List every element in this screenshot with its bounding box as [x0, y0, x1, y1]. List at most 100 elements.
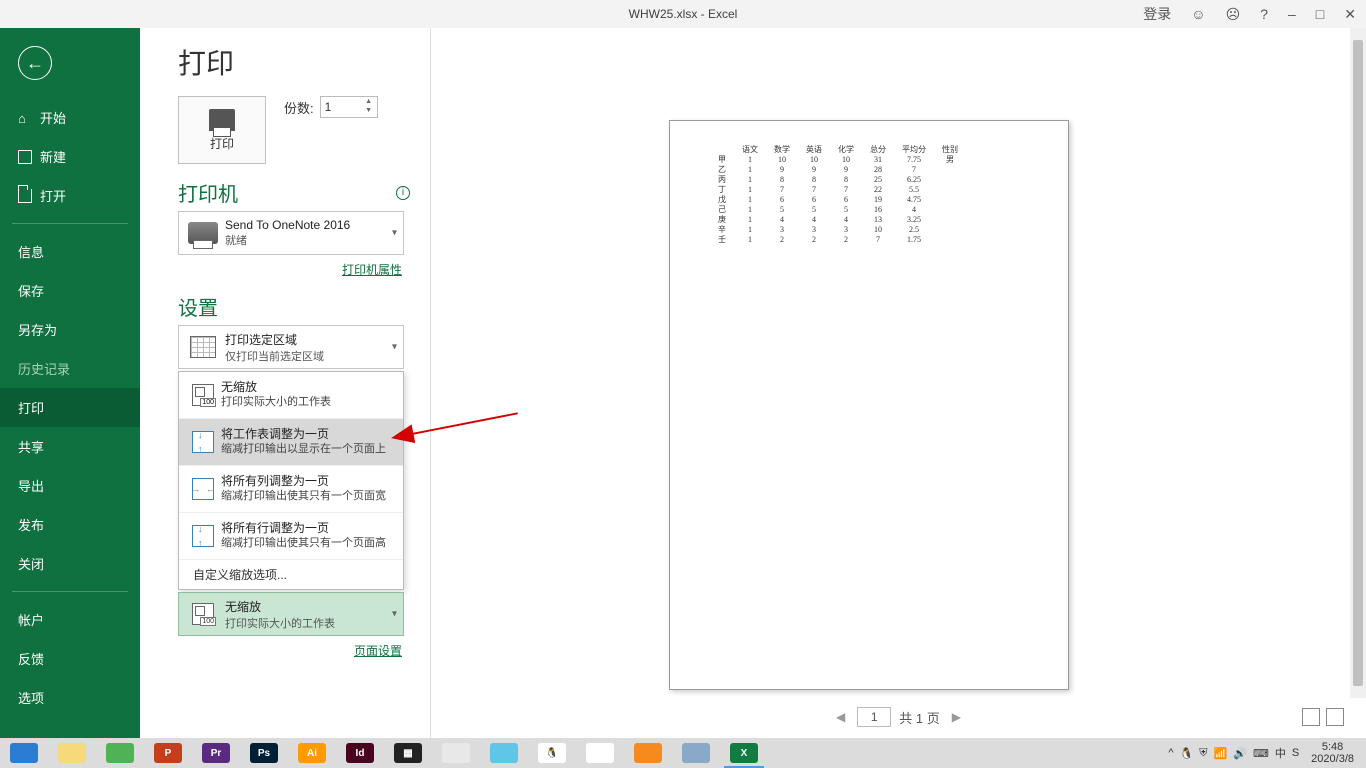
print-preview-area: 语文数学英语化学总分平均分性别甲1101010317.75男乙1999287丙1…: [430, 28, 1366, 738]
chevron-down-icon: ▾: [392, 609, 397, 620]
scale-option-fit-columns[interactable]: →← 将所有列调整为一页缩减打印输出使其只有一个页面宽: [179, 466, 403, 513]
sidebar-item-options[interactable]: 选项: [0, 678, 140, 717]
show-margins-button[interactable]: [1302, 708, 1320, 726]
taskbar-app[interactable]: Id: [336, 738, 384, 768]
scale-option-fit-sheet[interactable]: ↓↑ 将工作表调整为一页缩减打印输出以显示在一个页面上: [179, 419, 403, 466]
login-link[interactable]: 登录: [1133, 4, 1181, 24]
sidebar-divider: [12, 223, 128, 224]
taskbar-app[interactable]: [672, 738, 720, 768]
sidebar-item-account[interactable]: 帐户: [0, 600, 140, 639]
copies-input[interactable]: 1 ▲▼: [320, 96, 378, 118]
prev-page-button[interactable]: ◀: [832, 710, 849, 724]
no-scale-icon: 100: [192, 603, 214, 625]
taskbar-app[interactable]: P: [144, 738, 192, 768]
fit-sheet-icon: ↓↑: [192, 431, 214, 453]
page-number-input[interactable]: 1: [857, 707, 891, 727]
preview-page: 语文数学英语化学总分平均分性别甲1101010317.75男乙1999287丙1…: [669, 120, 1069, 690]
sidebar-item-save[interactable]: 保存: [0, 271, 140, 310]
current-scaling-selector[interactable]: 100 无缩放 打印实际大小的工作表 ▾: [178, 592, 404, 636]
sidebar-item-info[interactable]: 信息: [0, 232, 140, 271]
no-scale-icon: 100: [192, 384, 214, 406]
custom-scale-option[interactable]: 自定义缩放选项...: [179, 560, 403, 589]
sidebar-item-feedback[interactable]: 反馈: [0, 639, 140, 678]
help-button[interactable]: ?: [1250, 6, 1278, 22]
taskbar-app[interactable]: [48, 738, 96, 768]
vertical-scrollbar[interactable]: [1350, 28, 1366, 698]
taskbar: PPrPsAiId▦ 🐧 X ^ 🐧 ⛨ 📶 🔊 ⌨ 中S 5:48 2020/3/8: [0, 738, 1366, 768]
face-happy-icon[interactable]: ☺: [1181, 6, 1215, 22]
taskbar-app[interactable]: Ps: [240, 738, 288, 768]
print-button[interactable]: 打印: [178, 96, 266, 164]
sidebar-item-close[interactable]: 关闭: [0, 544, 140, 583]
sidebar-item-open[interactable]: 打开: [0, 176, 140, 215]
tray-icon[interactable]: 中: [1275, 745, 1286, 761]
fit-columns-icon: →←: [192, 478, 214, 500]
face-sad-icon[interactable]: ☹: [1216, 6, 1251, 23]
taskbar-clock[interactable]: 5:48 2020/3/8: [1303, 741, 1362, 765]
printer-device-icon: [188, 222, 218, 244]
printer-properties-link[interactable]: 打印机属性: [178, 257, 404, 282]
scaling-dropdown-list: 100 无缩放打印实际大小的工作表 ↓↑ 将工作表调整为一页缩减打印输出以显示在…: [178, 371, 404, 590]
sidebar-item-saveas[interactable]: 另存为: [0, 310, 140, 349]
settings-heading: 设置: [178, 292, 218, 321]
taskbar-app[interactable]: ▦: [384, 738, 432, 768]
fit-rows-icon: ↓↑: [192, 525, 214, 547]
scale-option-none[interactable]: 100 无缩放打印实际大小的工作表: [179, 372, 403, 419]
tray-icon[interactable]: S: [1292, 747, 1299, 759]
spin-down-icon[interactable]: ▼: [363, 107, 375, 116]
tray-icon[interactable]: ⌨: [1253, 747, 1269, 760]
sidebar-item-share[interactable]: 共享: [0, 427, 140, 466]
sidebar-item-publish[interactable]: 发布: [0, 505, 140, 544]
page-title: 打印: [178, 42, 410, 82]
title-bar: WHW25.xlsx - Excel 登录 ☺ ☹ ? – □ ✕: [0, 0, 1366, 28]
print-settings-column: 打印 打印 份数: 1 ▲▼ 打印机 i Send To OneNote 201…: [140, 28, 430, 738]
tray-overflow-icon[interactable]: ^: [1168, 747, 1173, 759]
taskbar-app[interactable]: Ai: [288, 738, 336, 768]
sidebar-item-home[interactable]: ⌂开始: [0, 98, 140, 137]
tray-icon[interactable]: 📶: [1214, 747, 1228, 760]
spin-up-icon[interactable]: ▲: [363, 98, 375, 107]
sidebar-item-new[interactable]: 新建: [0, 137, 140, 176]
scale-option-fit-rows[interactable]: ↓↑ 将所有行调整为一页缩减打印输出使其只有一个页面高: [179, 513, 403, 560]
printer-heading: 打印机: [178, 178, 238, 207]
selection-grid-icon: [190, 336, 216, 358]
main-panel: 打印 打印 份数: 1 ▲▼ 打印机 i Send To OneNote 201…: [140, 28, 1366, 738]
page-navigator: ◀ 1 共 1 页 ▶: [431, 702, 1366, 732]
info-icon[interactable]: i: [396, 186, 410, 200]
tray-icon[interactable]: 🐧: [1180, 747, 1194, 760]
taskbar-app[interactable]: [0, 738, 48, 768]
taskbar-app[interactable]: [96, 738, 144, 768]
printer-icon: [209, 109, 235, 131]
next-page-button[interactable]: ▶: [948, 710, 965, 724]
taskbar-app[interactable]: [480, 738, 528, 768]
sidebar-item-export[interactable]: 导出: [0, 466, 140, 505]
page-setup-link[interactable]: 页面设置: [178, 638, 404, 663]
chevron-down-icon: ▾: [392, 228, 397, 239]
taskbar-app[interactable]: Pr: [192, 738, 240, 768]
taskbar-app[interactable]: X: [720, 738, 768, 768]
minimize-button[interactable]: –: [1278, 6, 1306, 22]
taskbar-app[interactable]: 🐧: [528, 738, 576, 768]
open-icon: [18, 189, 32, 203]
window-title: WHW25.xlsx - Excel: [629, 7, 738, 21]
home-icon: ⌂: [18, 111, 32, 125]
taskbar-app[interactable]: [576, 738, 624, 768]
print-area-selector[interactable]: 打印选定区域 仅打印当前选定区域 ▾: [178, 325, 404, 369]
new-icon: [18, 150, 32, 164]
printer-selector[interactable]: Send To OneNote 2016 就绪 ▾: [178, 211, 404, 255]
close-button[interactable]: ✕: [1334, 6, 1366, 23]
copies-label: 份数:: [284, 98, 314, 117]
sidebar-divider: [12, 591, 128, 592]
maximize-button[interactable]: □: [1306, 6, 1334, 22]
sidebar-item-history: 历史记录: [0, 349, 140, 388]
back-button[interactable]: ←: [18, 46, 52, 80]
tray-icon[interactable]: ⛨: [1199, 747, 1207, 760]
preview-data-table: 语文数学英语化学总分平均分性别甲1101010317.75男乙1999287丙1…: [710, 145, 966, 245]
page-total-label: 共 1 页: [899, 708, 939, 727]
zoom-to-page-button[interactable]: [1326, 708, 1344, 726]
sidebar-item-print[interactable]: 打印: [0, 388, 140, 427]
taskbar-app[interactable]: [624, 738, 672, 768]
tray-icon[interactable]: 🔊: [1233, 747, 1247, 760]
taskbar-app[interactable]: [432, 738, 480, 768]
backstage-sidebar: ← ⌂开始 新建 打开 信息 保存 另存为 历史记录 打印 共享 导出 发布 关…: [0, 28, 140, 738]
